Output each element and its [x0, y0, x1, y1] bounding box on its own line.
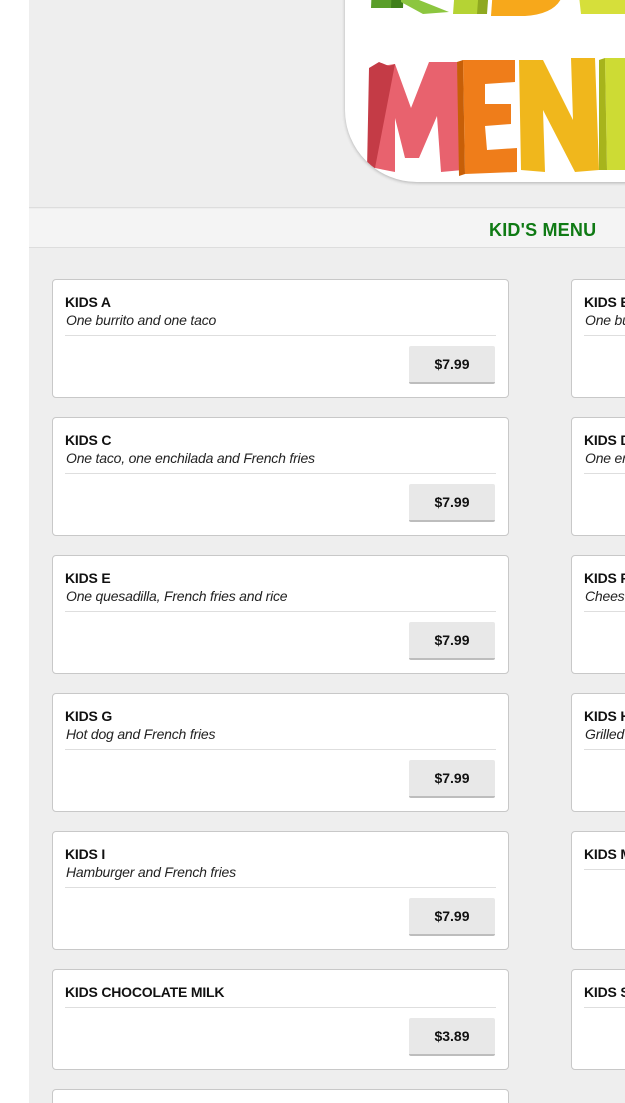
- kids-menu-logo: [345, 0, 625, 182]
- item-name: KIDS I: [65, 846, 106, 862]
- item-name: KIDS B: [584, 294, 625, 310]
- item-name: KIDS E: [65, 570, 111, 586]
- price-button[interactable]: $7.99: [409, 760, 495, 798]
- menu-item-card[interactable]: KIDS S: [571, 969, 625, 1070]
- item-name: KIDS M: [584, 846, 625, 862]
- price-button[interactable]: $3.89: [409, 1018, 495, 1056]
- menu-item-card[interactable]: KIDS A One burrito and one taco $7.99: [52, 279, 509, 398]
- menu-item-card[interactable]: KIDS M: [571, 831, 625, 950]
- item-divider: [65, 887, 496, 888]
- item-description: One en: [585, 450, 625, 466]
- menu-item-card[interactable]: KIDS E One quesadilla, French fries and …: [52, 555, 509, 674]
- category-title: KID'S MENU: [489, 220, 597, 240]
- item-divider: [65, 1007, 496, 1008]
- price-button[interactable]: $7.99: [409, 346, 495, 384]
- item-description: Grilled: [585, 726, 625, 742]
- item-divider: [65, 611, 496, 612]
- item-description: Hamburger and French fries: [66, 864, 236, 880]
- item-divider: [584, 749, 625, 750]
- price-button[interactable]: $7.99: [409, 484, 495, 522]
- price-button[interactable]: $7.99: [409, 622, 495, 660]
- menu-item-card[interactable]: KIDS C One taco, one enchilada and Frenc…: [52, 417, 509, 536]
- menu-item-card[interactable]: KIDS H Grilled: [571, 693, 625, 812]
- item-name: KIDS D: [584, 432, 625, 448]
- item-description: Hot dog and French fries: [66, 726, 216, 742]
- item-divider: [584, 869, 625, 870]
- menu-page: KID'S MENU KIDS A One burrito and one ta…: [29, 0, 625, 1103]
- item-description: One quesadilla, French fries and rice: [66, 588, 288, 604]
- item-divider: [584, 611, 625, 612]
- item-name: KIDS A: [65, 294, 111, 310]
- menu-item-card[interactable]: KIDS CHOCOLATE MILK $3.89: [52, 969, 509, 1070]
- item-divider: [65, 335, 496, 336]
- item-divider: [584, 335, 625, 336]
- hero-banner: [29, 0, 625, 207]
- menu-item-card[interactable]: KIDS F Chees: [571, 555, 625, 674]
- menu-item-card[interactable]: KIDS G Hot dog and French fries $7.99: [52, 693, 509, 812]
- item-divider: [584, 1007, 625, 1008]
- menu-item-card[interactable]: KIDS I Hamburger and French fries $7.99: [52, 831, 509, 950]
- item-description: One bu: [585, 312, 625, 328]
- item-name: KIDS G: [65, 708, 113, 724]
- item-name: KIDS F: [584, 570, 625, 586]
- item-description: One burrito and one taco: [66, 312, 217, 328]
- menu-item-card[interactable]: KIDS D One en: [571, 417, 625, 536]
- item-description: Chees: [585, 588, 625, 604]
- item-name: KIDS S: [584, 984, 625, 1000]
- menu-item-card[interactable]: KIDS B One bu: [571, 279, 625, 398]
- kids-menu-logo-art: [367, 0, 625, 176]
- item-name: KIDS C: [65, 432, 112, 448]
- item-divider: [65, 749, 496, 750]
- menu-item-card[interactable]: [52, 1089, 509, 1103]
- item-name: KIDS H: [584, 708, 625, 724]
- price-button[interactable]: $7.99: [409, 898, 495, 936]
- item-divider: [584, 473, 625, 474]
- item-divider: [65, 473, 496, 474]
- category-divider: [29, 247, 625, 248]
- item-description: One taco, one enchilada and French fries: [66, 450, 315, 466]
- hero-divider: [29, 207, 625, 208]
- item-name: KIDS CHOCOLATE MILK: [65, 984, 225, 1000]
